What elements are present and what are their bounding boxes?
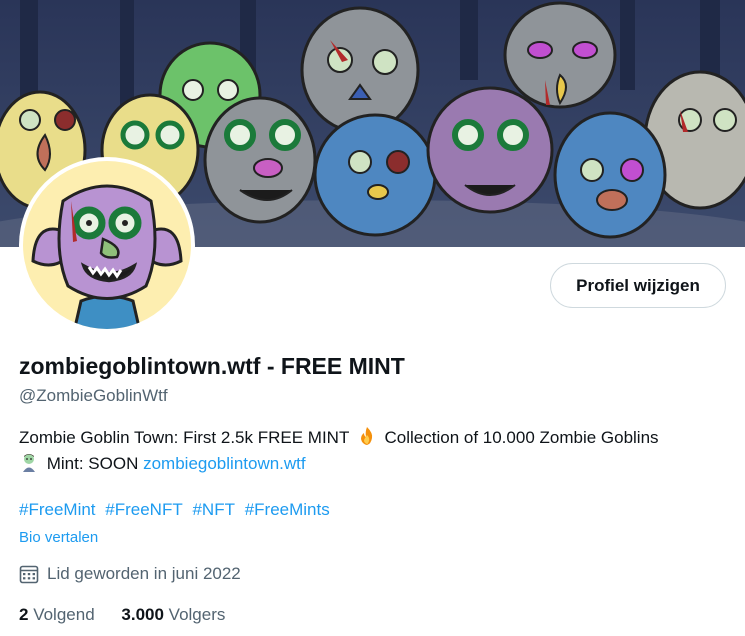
hashtag-link[interactable]: #FreeNFT — [105, 500, 182, 519]
edit-profile-button[interactable]: Profiel wijzigen — [550, 263, 726, 308]
hashtag-link[interactable]: #NFT — [192, 500, 235, 519]
bio-text-part1: Zombie Goblin Town: First 2.5k FREE MINT — [19, 428, 350, 447]
following-count: 2 — [19, 605, 29, 624]
calendar-icon — [19, 565, 39, 584]
hashtag-link[interactable]: #FreeMint — [19, 500, 96, 519]
followers-link[interactable]: 3.000 Volgers — [121, 605, 225, 624]
fire-emoji-icon — [360, 427, 372, 445]
bio-text-part2: Collection of 10.000 Zombie Goblins — [384, 428, 659, 447]
zombie-emoji-icon — [23, 454, 35, 472]
joined-date: Lid geworden in juni 2022 — [19, 564, 241, 584]
follow-stats: 2 Volgend 3.000 Volgers — [19, 605, 247, 625]
translate-bio-link[interactable]: Bio vertalen — [19, 529, 98, 546]
following-link[interactable]: 2 Volgend — [19, 605, 95, 624]
profile-bio: Zombie Goblin Town: First 2.5k FREE MINT… — [19, 425, 734, 477]
followers-count: 3.000 — [121, 605, 164, 624]
joined-date-text: Lid geworden in juni 2022 — [47, 564, 241, 583]
hashtag-link[interactable]: #FreeMints — [245, 500, 330, 519]
bio-website-link[interactable]: zombiegoblintown.wtf — [143, 454, 306, 473]
profile-avatar[interactable] — [19, 157, 195, 333]
profile-display-name: zombiegoblintown.wtf - FREE MINT — [19, 353, 405, 379]
following-label: Volgend — [33, 605, 95, 624]
avatar-image — [23, 161, 191, 329]
profile-handle: @ZombieGoblinWtf — [19, 386, 168, 405]
followers-label: Volgers — [168, 605, 226, 624]
bio-text-mint: Mint: SOON — [46, 454, 139, 473]
bio-hashtags: #FreeMint #FreeNFT #NFT #FreeMints — [19, 500, 335, 520]
